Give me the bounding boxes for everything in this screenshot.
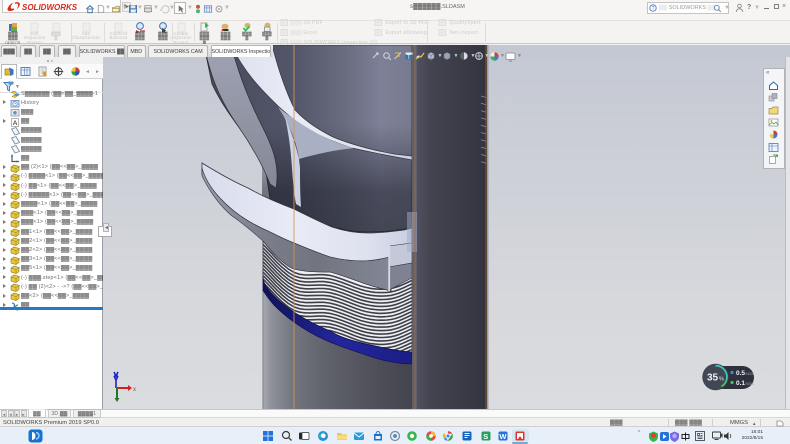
svg-text:0.1: 0.1: [736, 380, 745, 387]
svg-text:%: %: [719, 377, 724, 383]
svg-text:SOLIDWORKS: SOLIDWORKS: [22, 3, 78, 12]
svg-text:S: S: [483, 432, 488, 441]
svg-text:x: x: [133, 387, 136, 393]
svg-text:T: T: [407, 55, 411, 61]
svg-text:KB/s: KB/s: [746, 381, 754, 386]
svg-text:0.5: 0.5: [736, 370, 745, 377]
svg-text:KB/s: KB/s: [746, 371, 754, 376]
svg-text:35: 35: [707, 373, 719, 384]
svg-text:?: ?: [652, 6, 655, 12]
svg-text:W: W: [499, 432, 507, 441]
